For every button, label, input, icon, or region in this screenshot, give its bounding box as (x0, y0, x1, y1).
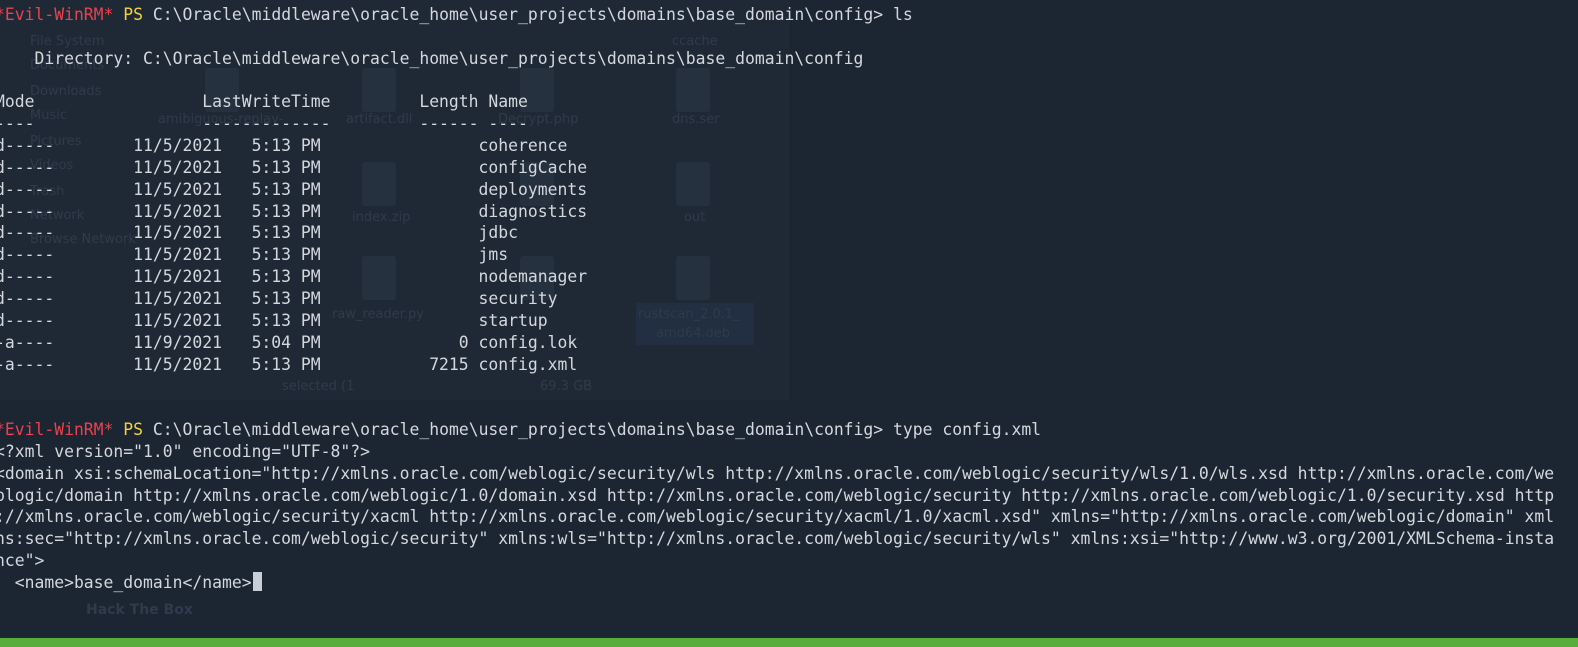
xml-name-line: <name>base_domain</name> (0, 572, 252, 592)
prompt-path: C:\Oracle\middleware\oracle_home\user_pr… (152, 420, 884, 440)
listing-row: -a---- 11/9/2021 5:04 PM 0 config.lok (0, 332, 578, 352)
command-text: ls (893, 5, 913, 24)
listing-row: d----- 11/5/2021 5:13 PM jdbc (0, 223, 519, 243)
prompt-line: *Evil-WinRM* PS C:\Oracle\middleware\ora… (0, 419, 1554, 441)
xml-declaration: <?xml version="1.0" encoding="UTF-8"?> (0, 441, 370, 461)
status-bar (0, 638, 1578, 647)
terminal-output[interactable]: *Evil-WinRM* PS C:\Oracle\middleware\ora… (0, 4, 1554, 594)
prompt-evil-winrm: *Evil-WinRM* (0, 420, 114, 440)
xml-domain-line: ://xmlns.oracle.com/weblogic/security/xa… (0, 507, 1555, 527)
prompt-line: *Evil-WinRM* PS C:\Oracle\middleware\ora… (0, 4, 1554, 26)
ghost-watermark: Hack The Box (86, 602, 193, 618)
directory-line: Directory: C:\Oracle\middleware\oracle_h… (0, 48, 864, 68)
prompt-ps: PS (123, 5, 144, 24)
listing-row: d----- 11/5/2021 5:13 PM startup (0, 310, 548, 330)
command-text: type config.xml (893, 420, 1042, 440)
listing-row: d----- 11/5/2021 5:13 PM deployments (0, 179, 588, 199)
listing-row: d----- 11/5/2021 5:13 PM security (0, 288, 558, 308)
prompt-evil-winrm: *Evil-WinRM* (0, 5, 114, 24)
listing-row: d----- 11/5/2021 5:13 PM configCache (0, 157, 588, 177)
listing-header: Mode LastWriteTime Length Name (0, 92, 528, 112)
listing-row: d----- 11/5/2021 5:13 PM diagnostics (0, 201, 588, 221)
xml-domain-line: ns:sec="http://xmlns.oracle.com/weblogic… (0, 529, 1555, 549)
xml-domain-line: <domain xsi:schemaLocation="http://xmlns… (0, 463, 1555, 483)
listing-row: d----- 11/5/2021 5:13 PM coherence (0, 136, 568, 156)
xml-domain-line: blogic/domain http://xmlns.oracle.com/we… (0, 485, 1555, 505)
prompt-ps: PS (123, 420, 144, 440)
listing-separator: ---- ------------- ------ ---- (0, 114, 528, 134)
listing-row: d----- 11/5/2021 5:13 PM nodemanager (0, 267, 588, 287)
listing-row: -a---- 11/5/2021 5:13 PM 7215 config.xml (0, 354, 578, 374)
terminal-cursor (252, 571, 262, 591)
prompt-path: C:\Oracle\middleware\oracle_home\user_pr… (152, 5, 884, 24)
xml-domain-line: nce"> (0, 551, 45, 571)
listing-row: d----- 11/5/2021 5:13 PM jms (0, 245, 509, 265)
